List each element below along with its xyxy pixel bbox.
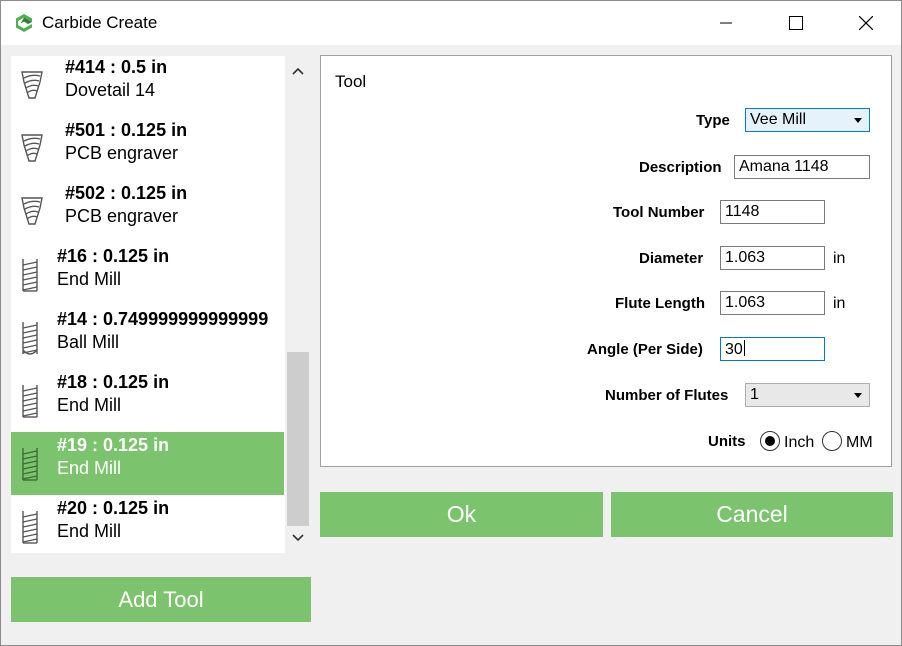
end-mill-icon (22, 511, 38, 544)
end-mill-icon (22, 259, 38, 292)
diameter-label: Diameter (639, 250, 704, 267)
tool-list-item-subtitle: End Mill (57, 269, 122, 289)
chevron-up-icon (292, 67, 304, 75)
carbide-logo-icon (16, 14, 32, 32)
text-caret (743, 340, 745, 356)
tool-list[interactable]: #414 : 0.5 in Dovetail 14 #501 : 0.125 in P… (11, 56, 311, 553)
panel-title: Tool (335, 72, 367, 91)
maximize-icon (789, 16, 803, 30)
minimize-icon (720, 22, 732, 24)
carbide-create-window: Carbide Create #414 : 0.5 in Dovetail 14 #… (0, 0, 902, 646)
tool-list-item[interactable]: #14 : 0.749999999999999 Ball Mill (11, 306, 284, 369)
dropdown-arrow-icon (854, 118, 862, 123)
minimize-button[interactable] (703, 1, 749, 45)
tool-list-item-subtitle: End Mill (57, 458, 122, 478)
type-label: Type (696, 112, 730, 129)
title-bar: Carbide Create (1, 1, 901, 45)
tool-list-item[interactable]: #502 : 0.125 in PCB engraver (11, 180, 284, 243)
unit-mm-label[interactable]: MM (846, 434, 873, 452)
tool-panel: Tool Type Vee Mill Description Amana 114… (320, 55, 892, 467)
tool-number-label: Tool Number (613, 204, 705, 221)
description-label: Description (639, 159, 722, 176)
tool-list-item-subtitle: PCB engraver (65, 143, 179, 163)
window-title: Carbide Create (42, 13, 158, 32)
tool-list-item[interactable]: #501 : 0.125 in PCB engraver (11, 117, 284, 180)
tool-list-item-title: #18 : 0.125 in (57, 372, 170, 392)
diameter-input[interactable]: 1.063 (720, 246, 825, 270)
diameter-unit: in (833, 250, 846, 267)
tool-list-item-title: #19 : 0.125 in (57, 435, 170, 455)
tool-list-item-subtitle: PCB engraver (65, 206, 179, 226)
add-tool-button[interactable]: Add Tool (11, 577, 311, 622)
flutes-label: Number of Flutes (605, 387, 729, 404)
tool-list-item-subtitle: End Mill (57, 521, 122, 541)
type-select-value: Vee Mill (750, 111, 807, 128)
close-button[interactable] (843, 1, 889, 45)
flute-length-label: Flute Length (615, 295, 705, 312)
tool-list-item-title: #501 : 0.125 in (65, 120, 188, 140)
tool-list-item-title: #414 : 0.5 in (65, 57, 168, 77)
angle-input[interactable]: 30 (720, 337, 825, 361)
tool-list-item-title: #16 : 0.125 in (57, 246, 170, 266)
flute-length-unit: in (833, 295, 846, 312)
vbit-tool-icon (21, 134, 43, 162)
tool-list-item[interactable]: #19 : 0.125 in End Mill (11, 432, 284, 495)
end-mill-icon (22, 385, 38, 418)
dropdown-arrow-icon (854, 393, 862, 398)
scroll-thumb[interactable] (287, 352, 309, 526)
cancel-button[interactable]: Cancel (611, 492, 893, 537)
ok-button[interactable]: Ok (320, 492, 603, 537)
angle-label: Angle (Per Side) (587, 341, 703, 358)
scroll-down-button[interactable] (285, 523, 311, 553)
unit-inch-radio[interactable] (760, 431, 780, 451)
list-scrollbar[interactable] (285, 56, 311, 553)
tool-list-item[interactable]: #18 : 0.125 in End Mill (11, 369, 284, 432)
tool-list-item[interactable]: #16 : 0.125 in End Mill (11, 243, 284, 306)
ball-mill-icon (22, 322, 38, 355)
description-input[interactable]: Amana 1148 (734, 155, 870, 179)
maximize-button[interactable] (773, 1, 819, 45)
flute-length-input[interactable]: 1.063 (720, 291, 825, 315)
tool-list-item-subtitle: End Mill (57, 395, 122, 415)
tool-number-input[interactable]: 1148 (720, 200, 825, 224)
close-icon (859, 16, 873, 30)
dovetail-tool-icon (21, 71, 43, 99)
angle-input-value: 30 (725, 341, 743, 358)
units-label: Units (708, 433, 746, 450)
unit-mm-radio[interactable] (822, 431, 842, 451)
tool-list-item-subtitle: Dovetail 14 (65, 80, 156, 100)
unit-inch-label[interactable]: Inch (784, 434, 814, 452)
scroll-up-button[interactable] (285, 56, 311, 86)
flutes-select-value: 1 (750, 386, 759, 403)
flutes-select[interactable]: 1 (745, 383, 870, 407)
tool-list-item[interactable]: #20 : 0.125 in End Mill (11, 495, 284, 553)
vbit-tool-icon (21, 197, 43, 225)
tool-list-item-title: #20 : 0.125 in (57, 498, 170, 518)
tool-list-item[interactable]: #414 : 0.5 in Dovetail 14 (11, 56, 284, 117)
type-select[interactable]: Vee Mill (745, 108, 870, 132)
end-mill-icon (22, 448, 38, 481)
tool-list-item-title: #14 : 0.749999999999999 (57, 309, 269, 329)
tool-list-item-title: #502 : 0.125 in (65, 183, 188, 203)
tool-list-item-subtitle: Ball Mill (57, 332, 120, 352)
chevron-down-icon (292, 534, 304, 542)
